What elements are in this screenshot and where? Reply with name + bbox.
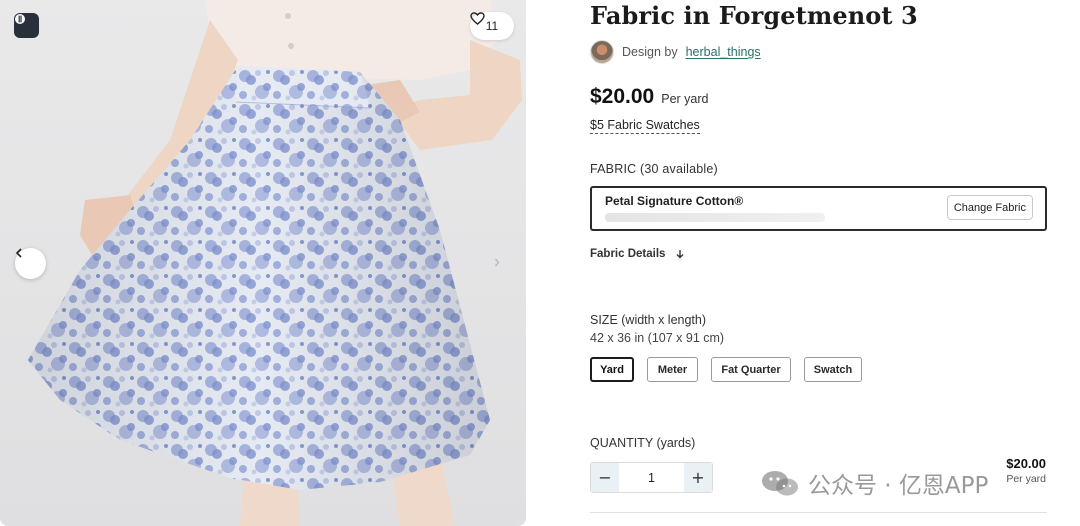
fabric-description-placeholder xyxy=(605,213,825,222)
watermark-text: 公众号 · 亿恩APP xyxy=(808,473,989,499)
designer-prefix: Design by xyxy=(622,45,678,59)
price-row: $20.00 Per yard xyxy=(590,85,708,109)
product-title: Fabric in Forgetmenot 3 xyxy=(590,1,918,30)
next-image-button[interactable] xyxy=(494,258,502,270)
size-option-meter[interactable]: Meter xyxy=(647,357,698,382)
chevron-right-icon xyxy=(494,258,500,267)
product-info-panel: Fabric in Forgetmenot 3 Design by herbal… xyxy=(590,0,1060,526)
designer-credit: Design by herbal_things xyxy=(590,40,761,64)
arrow-down-icon xyxy=(676,250,684,259)
designer-avatar[interactable] xyxy=(590,40,614,64)
product-image-gallery[interactable]: 11 xyxy=(0,0,526,526)
chevron-left-icon xyxy=(15,248,22,258)
change-fabric-button[interactable]: Change Fabric xyxy=(946,195,1033,220)
favorite-button[interactable]: 11 xyxy=(470,12,514,40)
size-dimensions: 42 x 36 in (107 x 91 cm) xyxy=(590,331,725,345)
fabric-section-label: FABRIC (30 available) xyxy=(590,162,718,176)
quantity-input[interactable]: 1 xyxy=(619,463,684,492)
watermark: 公众号 · 亿恩APP xyxy=(760,466,988,500)
product-page: 11 Fabric in Forgetmenot 3 Design by her… xyxy=(0,0,1080,526)
size-option-swatch[interactable]: Swatch xyxy=(804,357,862,382)
quantity-decrement-button[interactable]: − xyxy=(591,463,619,492)
selected-fabric-name: Petal Signature Cotton® xyxy=(605,194,744,208)
favorite-count: 11 xyxy=(485,19,499,33)
brand-logo-icon[interactable] xyxy=(14,13,39,38)
size-option-yard[interactable]: Yard xyxy=(590,357,634,382)
chat-bubble-icon xyxy=(762,471,798,496)
quantity-increment-button[interactable]: + xyxy=(684,463,712,492)
total-unit: Per yard xyxy=(1006,473,1046,485)
fabric-selector[interactable]: Petal Signature Cotton® Change Fabric xyxy=(590,186,1047,231)
quantity-stepper: − 1 + xyxy=(590,462,713,493)
fabric-details-toggle[interactable]: Fabric Details xyxy=(590,248,685,260)
fabric-details-label: Fabric Details xyxy=(590,248,666,260)
price-unit: Per yard xyxy=(661,92,709,106)
designer-link[interactable]: herbal_things xyxy=(686,45,761,59)
fabric-swatches-link[interactable]: $5 Fabric Swatches xyxy=(590,118,700,134)
line-total: $20.00 Per yard xyxy=(1006,456,1046,485)
total-price: $20.00 xyxy=(1006,456,1046,471)
previous-image-button[interactable] xyxy=(15,248,46,279)
brand-logo-glyph xyxy=(15,14,25,24)
section-divider xyxy=(590,512,1047,513)
size-section-label: SIZE (width x length) xyxy=(590,313,707,327)
size-option-fat-quarter[interactable]: Fat Quarter xyxy=(711,357,791,382)
quantity-section-label: QUANTITY (yards) xyxy=(590,436,696,450)
product-photo xyxy=(28,0,522,526)
heart-icon xyxy=(470,12,485,25)
product-price: $20.00 xyxy=(590,85,655,108)
